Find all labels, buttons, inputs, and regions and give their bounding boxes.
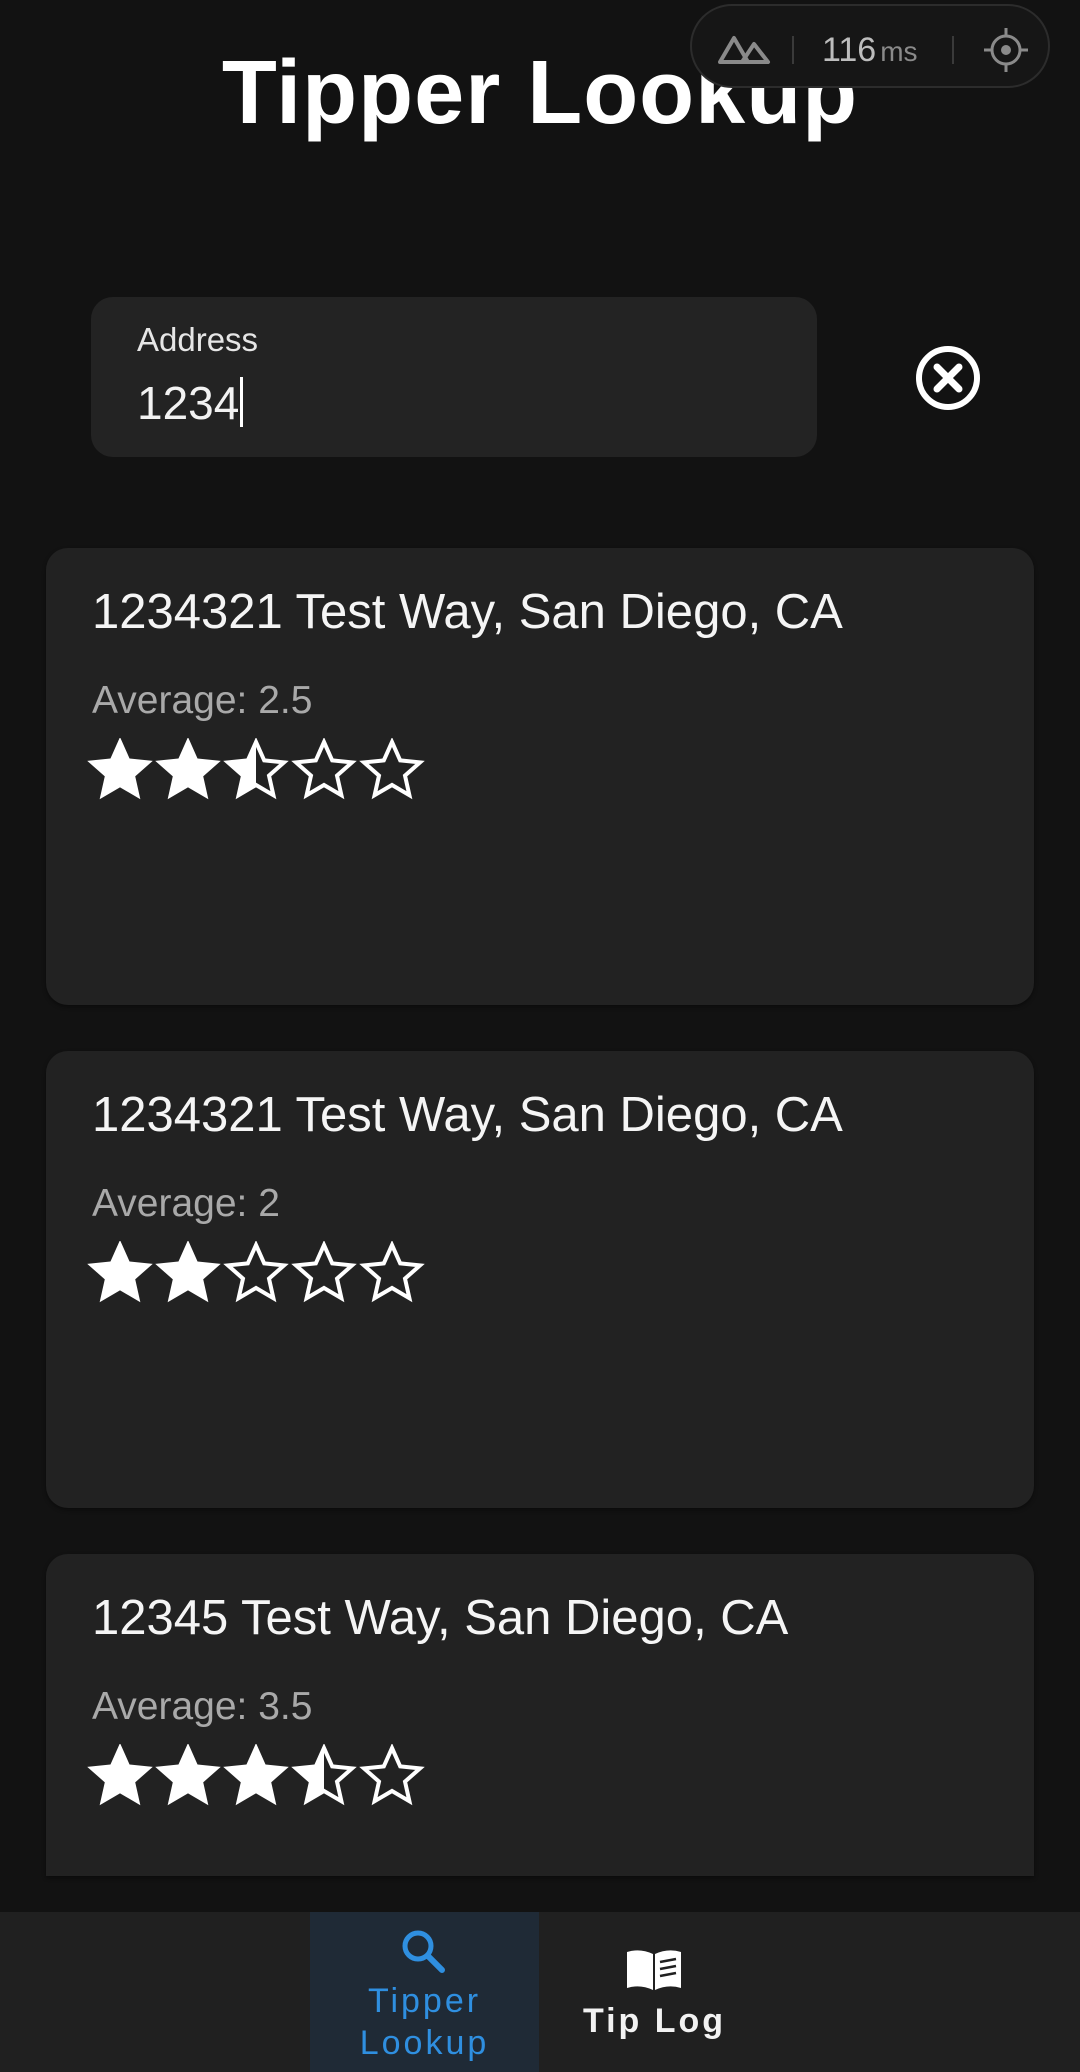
crosshair-icon[interactable] [982,26,1030,74]
result-address: 1234321 Test Way, San Diego, CA [92,585,843,639]
star-empty-icon [359,738,425,800]
nav-tip-log[interactable]: Tip Log [539,1912,770,2072]
address-input[interactable]: 1234 [137,375,244,431]
star-rating [86,1241,426,1305]
result-card[interactable]: 1234321 Test Way, San Diego, CA Average:… [46,548,1034,1005]
average-rating-label: Average: 2 [92,1182,280,1225]
search-icon [402,1930,445,1973]
average-rating-label: Average: 2.5 [92,679,313,722]
book-icon [627,1950,681,1990]
star-empty-icon [291,1241,357,1303]
tipper-lookup-screen: Tipper Lookup 116 ms Address 1234 1234321… [0,0,1080,2072]
result-address: 12345 Test Way, San Diego, CA [92,1591,789,1645]
star-empty-icon [359,1241,425,1303]
result-address: 1234321 Test Way, San Diego, CA [92,1088,843,1142]
dev-tools-overlay[interactable]: 116 ms [690,4,1050,88]
latency-readout: 116 ms [822,30,918,72]
star-full-icon [87,1241,153,1303]
nuxt-logo-icon [718,36,770,64]
address-input-value: 1234 [137,377,240,429]
star-full-icon [155,738,221,800]
star-empty-icon [291,738,357,800]
address-label: Address [137,321,259,358]
star-half-icon [291,1744,357,1806]
divider [952,36,954,64]
star-empty-icon [223,1241,289,1303]
average-rating-label: Average: 3.5 [92,1685,313,1728]
bottom-navigation: Tipper Lookup Tip Log [0,1912,1080,2072]
latency-value: 116 [822,31,877,69]
star-rating [86,1744,426,1808]
latency-unit: ms [880,36,918,67]
nav-label: Tipper Lookup [359,1982,490,2062]
star-rating [86,738,426,802]
nav-label: Tip Log [582,2002,727,2040]
star-half-icon [223,738,289,800]
star-empty-icon [359,1744,425,1806]
close-circle-icon[interactable] [912,342,984,414]
nav-tipper-lookup[interactable]: Tipper Lookup [310,1912,539,2072]
star-full-icon [87,738,153,800]
result-card[interactable]: 12345 Test Way, San Diego, CA Average: 3… [46,1554,1034,1876]
result-card[interactable]: 1234321 Test Way, San Diego, CA Average:… [46,1051,1034,1508]
star-full-icon [87,1744,153,1806]
star-full-icon [155,1241,221,1303]
divider [792,36,794,64]
address-search-field[interactable]: Address 1234 [91,297,817,457]
star-full-icon [223,1744,289,1806]
star-full-icon [155,1744,221,1806]
text-caret [240,377,244,427]
